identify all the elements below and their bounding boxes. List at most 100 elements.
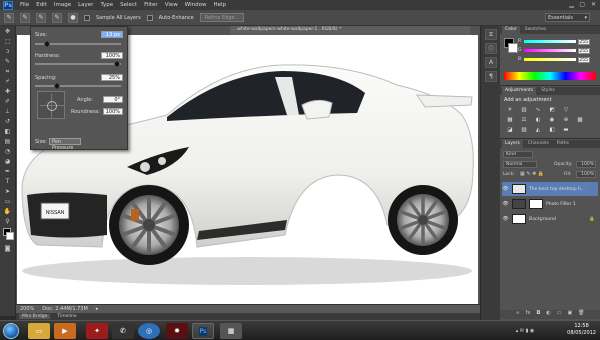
b-value[interactable]: 255 [578,56,590,63]
r-value[interactable]: 255 [578,38,590,45]
g-value[interactable]: 255 [578,47,590,54]
brush-angle-preview[interactable] [37,91,65,119]
path-select-tool-icon[interactable]: ➤ [2,187,13,196]
brush-tool-icon[interactable]: ✐ [2,97,13,106]
add-selection-icon[interactable]: ✎ [36,12,46,23]
hand-tool-icon[interactable]: ✋ [2,207,13,216]
paragraph-icon[interactable]: ¶ [485,71,497,82]
menu-help[interactable]: Help [213,2,226,8]
history-brush-tool-icon[interactable]: ↺ [2,117,13,126]
color-spectrum[interactable] [504,72,596,80]
move-tool-icon[interactable]: ✥ [2,27,13,36]
layer-row[interactable]: 👁 Background 🔒 [502,212,598,226]
black-white-icon[interactable]: ◐ [534,117,542,124]
brightness-icon[interactable]: ☀ [506,107,514,114]
eye-icon[interactable]: 👁 [502,186,509,192]
blur-tool-icon[interactable]: ◔ [2,147,13,156]
shape-tool-icon[interactable]: ▭ [2,197,13,206]
quick-mask-icon[interactable]: ◙ [2,244,13,253]
mask-icon[interactable]: ◘ [536,310,540,319]
tab-timeline[interactable]: Timeline [54,314,79,319]
brush-picker-icon[interactable]: ● [68,12,78,23]
stamp-tool-icon[interactable]: ⊥ [2,107,13,116]
maximize-icon[interactable]: ▢ [579,1,585,8]
tab-color[interactable]: Color [502,26,520,34]
fx-icon[interactable]: fx [526,310,531,319]
healing-tool-icon[interactable]: ✚ [2,87,13,96]
tab-channels[interactable]: Channels [525,140,552,148]
new-layer-icon[interactable]: ▣ [567,310,572,319]
lock-icons[interactable]: ▦ ✎ ✥ 🔒 [520,171,544,177]
posterize-icon[interactable]: ▨ [520,127,528,134]
document-tab[interactable]: ...white-wallpapers-white-wallpaper-1...… [230,26,470,35]
g-slider[interactable] [524,49,576,52]
chrome-icon[interactable]: ◎ [138,323,160,339]
close-icon[interactable]: ✕ [591,1,596,8]
menu-window[interactable]: Window [185,2,207,8]
exposure-icon[interactable]: ◩ [548,107,556,114]
quick-select-tool-icon[interactable]: ✎ [2,57,13,66]
hue-saturation-icon[interactable]: ▦ [506,117,514,124]
minimize-icon[interactable]: ▁ [569,1,574,8]
dodge-tool-icon[interactable]: ◕ [2,157,13,166]
history-icon[interactable]: ⧖ [485,29,497,40]
menu-edit[interactable]: Edit [36,2,47,8]
explorer-icon[interactable]: ▭ [28,323,50,339]
b-slider[interactable] [524,58,576,61]
invert-icon[interactable]: ◪ [506,127,514,134]
tab-layers[interactable]: Layers [502,140,523,148]
lasso-tool-icon[interactable]: ↄ [2,47,13,56]
roundness-field[interactable]: 100% [103,108,123,115]
photoshop-taskbar-icon[interactable]: Ps [192,323,214,339]
auto-enhance-checkbox[interactable] [146,14,153,21]
link-icon[interactable]: ∞ [515,310,519,319]
layer-row[interactable]: 👁 Photo Filter 1 [502,197,598,211]
channel-mixer-icon[interactable]: ⊕ [562,117,570,124]
gradient-map-icon[interactable]: ▬ [562,127,570,134]
menu-view[interactable]: View [165,2,178,8]
eyedropper-tool-icon[interactable]: ⌿ [2,77,13,86]
layer-row[interactable]: 👁 The best top desktop h... [502,182,598,196]
crop-tool-icon[interactable]: ⌗ [2,67,13,76]
quick-selection-icon[interactable]: ✎ [4,12,14,23]
pen-tool-icon[interactable]: ✒ [2,167,13,176]
menu-file[interactable]: File [20,2,29,8]
color-balance-icon[interactable]: ⚖ [520,117,528,124]
tab-styles[interactable]: Styles [538,87,558,95]
app-icon[interactable]: ✦ [86,323,108,339]
menu-select[interactable]: Select [120,2,137,8]
refine-edge-button[interactable]: Refine Edge... [199,13,245,22]
filter-kind-select[interactable]: Kind [503,151,533,158]
menu-filter[interactable]: Filter [144,2,158,8]
opacity-field[interactable]: 100% [576,161,596,168]
pen-pressure-select[interactable]: Pen Pressure [49,138,81,151]
threshold-icon[interactable]: ◭ [534,127,542,134]
workspace-select[interactable]: Essentials ▾ [545,13,590,22]
photo-filter-icon[interactable]: ◉ [548,117,556,124]
hardness-field[interactable]: 100% [101,52,123,59]
hardness-slider[interactable] [35,63,121,65]
eye-icon[interactable]: 👁 [502,201,509,207]
new-selection-icon[interactable]: ✎ [20,12,30,23]
media-player-icon[interactable]: ▶ [54,323,76,339]
blend-mode-select[interactable]: Normal [503,161,537,168]
menu-image[interactable]: Image [54,2,71,8]
spacing-field[interactable]: 25% [101,74,123,81]
gradient-tool-icon[interactable]: ▤ [2,137,13,146]
app-icon[interactable]: ✸ [166,323,188,339]
properties-icon[interactable]: ⓘ [485,43,497,54]
levels-icon[interactable]: ▥ [520,107,528,114]
adjustment-layer-icon[interactable]: ◐ [546,310,550,319]
status-arrow-icon[interactable]: ▸ [96,306,99,312]
trash-icon[interactable]: 🗑 [578,310,584,319]
menu-layer[interactable]: Layer [78,2,93,8]
app-icon[interactable]: ✆ [112,323,134,339]
tab-swatches[interactable]: Swatches [522,26,550,34]
app-icon[interactable]: ▦ [220,323,242,339]
group-icon[interactable]: ▭ [557,310,562,319]
foreground-background-icon[interactable] [2,227,14,243]
eye-icon[interactable]: 👁 [502,216,509,222]
sample-all-layers-checkbox[interactable] [84,14,90,21]
type-tool-icon[interactable]: T [2,177,13,186]
tab-paths[interactable]: Paths [554,140,572,148]
